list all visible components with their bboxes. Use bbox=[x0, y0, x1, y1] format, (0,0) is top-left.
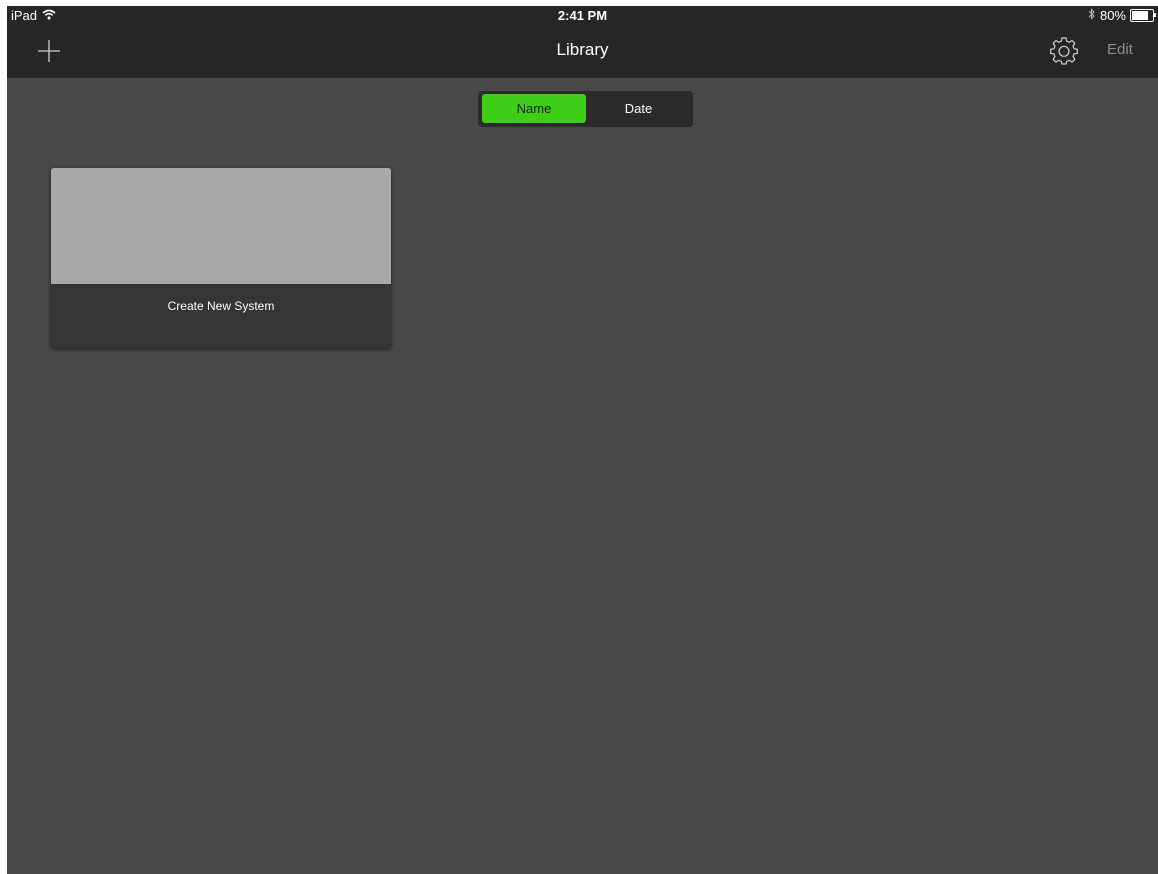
battery-percent: 80% bbox=[1099, 8, 1126, 23]
battery-level bbox=[1132, 11, 1148, 20]
top-bar: iPad 2:41 PM 80% Library Edit bbox=[7, 6, 1158, 78]
sort-segmented-control: Name Date bbox=[478, 91, 693, 127]
gear-icon[interactable] bbox=[1050, 37, 1078, 65]
card-thumbnail bbox=[51, 168, 391, 284]
card-footer: Create New System bbox=[51, 284, 391, 348]
create-new-system-card[interactable]: Create New System bbox=[51, 168, 391, 348]
sort-by-name-button[interactable]: Name bbox=[482, 94, 586, 123]
bluetooth-icon bbox=[1088, 8, 1096, 23]
status-bar-right: 80% bbox=[1088, 8, 1156, 23]
status-time: 2:41 PM bbox=[557, 8, 608, 23]
battery-icon bbox=[1130, 9, 1156, 22]
edit-button[interactable]: Edit bbox=[1107, 41, 1133, 58]
app-screen: iPad 2:41 PM 80% Library Edit Name Date … bbox=[7, 6, 1158, 874]
page-title: Library bbox=[556, 40, 609, 59]
sort-by-date-button[interactable]: Date bbox=[588, 94, 689, 123]
card-label: Create New System bbox=[167, 299, 275, 313]
